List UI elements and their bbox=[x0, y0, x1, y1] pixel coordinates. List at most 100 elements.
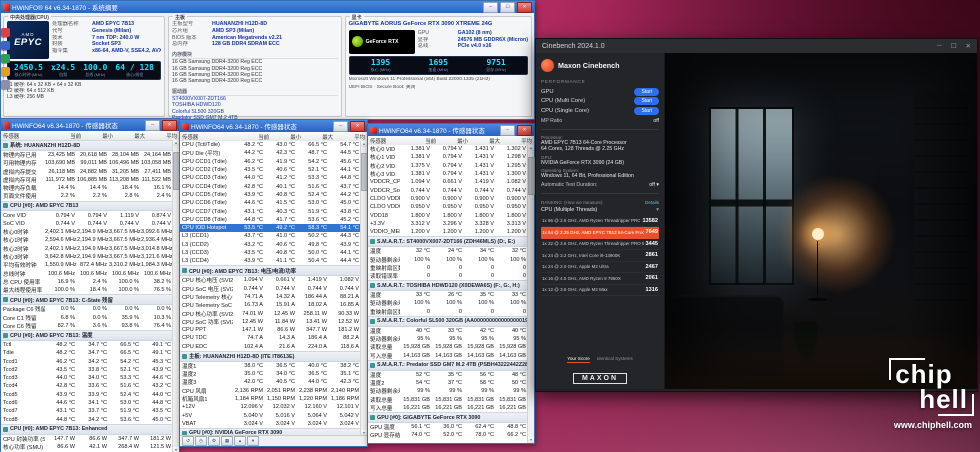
how-we-measure-link[interactable]: (How we measure) bbox=[564, 200, 603, 205]
titlebar[interactable]: Cinebench 2024.1.0 ─ ☐ ✕ bbox=[536, 39, 977, 53]
minimize-button[interactable]: ─ bbox=[333, 120, 348, 132]
scroll-thumb[interactable] bbox=[528, 157, 535, 195]
test-duration-row[interactable]: Automatic Test Duration: off ▾ bbox=[541, 182, 659, 188]
sensor-section-header[interactable]: S.M.A.R.T.: ST4000VX007-2DT166 (ZDH46MLS… bbox=[368, 236, 528, 248]
sensor-row[interactable]: 核心1 VID 1.381 V 0.794 V 1.431 V 1.298 V bbox=[368, 153, 528, 161]
sensor-row[interactable]: CPU 核心电压 (SVI2 TFN) 1.094 V 0.661 V 1.419 V… bbox=[180, 276, 361, 284]
ranking-row[interactable]: 1x 12 @ 3.5 GHz, Apple M2 Max 1316 bbox=[541, 285, 659, 297]
desktop-icon-1[interactable] bbox=[1, 28, 10, 37]
scrollbar[interactable]: ▲ ▼ bbox=[360, 141, 368, 436]
sensor-row[interactable]: Tccd2 43.5 °C 33.8 °C 52.1 °C 43.9 °C bbox=[1, 366, 173, 374]
sensor-row[interactable]: Tccd7 43.1 °C 33.7 °C 51.9 °C 43.5 °C bbox=[1, 407, 173, 415]
sensor-row[interactable]: Core VID 0.794 V 0.794 V 1.119 V 0.874 V bbox=[1, 211, 173, 219]
sensor-row[interactable]: Tccd3 44.0 °C 34.0 °C 53.3 °C 44.6 °C bbox=[1, 374, 173, 382]
sensor-row[interactable]: 机箱风扇1 1,184 RPM 1,150 RPM 1,220 RPM 1,186 RP… bbox=[180, 395, 361, 403]
column-header[interactable]: 最小 bbox=[438, 137, 470, 145]
sensor-row[interactable]: 总 CPU 使用率 16.9 % 2.4 % 100.0 % 38.2 % bbox=[1, 278, 173, 286]
column-header[interactable]: 平均 bbox=[147, 132, 179, 140]
sensor-row[interactable]: CPU (Tctl/Tdie) 48.2 °C 43.0 °C 66.5 °C 54.7… bbox=[180, 141, 361, 149]
desktop-icon-5[interactable] bbox=[1, 80, 10, 89]
column-header[interactable]: 传感器 bbox=[180, 133, 239, 141]
sensor-row[interactable]: VDDCR_SoC 0.744 V 0.744 V 0.744 V 0.744 V bbox=[368, 186, 528, 194]
sensor-row[interactable]: CPU Telemetry SoC 电流 16.73 A 15.91 A 18.02 … bbox=[180, 301, 361, 309]
sensor-row[interactable]: CPU SoC 功率 (SVI2 TFN) 12.45 W 11.84 W 13.41… bbox=[180, 318, 361, 326]
column-header[interactable]: 最大 bbox=[115, 132, 147, 140]
sensor-row[interactable]: 温度2 54 °C 37 °C 58 °C 50 °C bbox=[368, 379, 528, 387]
sensor-row[interactable]: 温度1 38.0 °C 36.5 °C 40.0 °C 38.2 °C bbox=[180, 362, 361, 370]
close-button[interactable]: ✕ bbox=[517, 1, 532, 13]
sensor-row[interactable]: 核心2 VID 1.375 V 0.794 V 1.431 V 1.295 V bbox=[368, 162, 528, 170]
sensor-section-header[interactable]: 系统: HUANANZHI H12D-8D bbox=[1, 140, 173, 151]
sensor-row[interactable]: VDD18 1.800 V 1.800 V 1.800 V 1.800 V bbox=[368, 211, 528, 219]
sensor-row[interactable]: SoC VID 0.744 V 0.744 V 0.744 V 0.744 V bbox=[1, 220, 173, 228]
sensor-row[interactable]: CPU CCD4 (Tdie) 42.8 °C 40.1 °C 51.6 °C 43.7… bbox=[180, 182, 361, 190]
sensor-row[interactable]: CPU CCD2 (Tdie) 43.5 °C 40.6 °C 52.1 °C 44.1… bbox=[180, 166, 361, 174]
sensor-row[interactable]: Tccd5 43.9 °C 33.9 °C 52.4 °C 44.0 °C bbox=[1, 391, 173, 399]
desktop-icon-4[interactable] bbox=[1, 67, 10, 76]
sensor-row[interactable]: +12V 12.096 V 12.032 V 12.160 V 12.101 V bbox=[180, 403, 361, 411]
sensor-section-header[interactable]: CPU [#0]: AMD EPYC 7B13: Enhanced bbox=[1, 423, 173, 435]
sensor-section-header[interactable]: CPU [#0]: AMD EPYC 7B13: 电压/电流/功率 bbox=[180, 265, 361, 277]
sensor-row[interactable]: CPU Die (平均) 44.2 °C 42.3 °C 48.7 °C 44.5 °C bbox=[180, 149, 361, 157]
sensor-row[interactable]: L3 (CCD1) 43.7 °C 41.0 °C 50.2 °C 44.3 °C bbox=[180, 232, 361, 240]
scrollbar[interactable]: ▲ ▼ bbox=[527, 145, 535, 443]
sensor-section-header[interactable]: CPU [#0]: AMD EPYC 7B13 bbox=[1, 200, 173, 212]
ranking-row[interactable]: 1x 24 @ 2.0 GHz, Apple M2 Ultra 2467 bbox=[541, 262, 659, 274]
sensor-section-header[interactable]: S.M.A.R.T.: Colorful SL500 320GB (AA0000… bbox=[368, 315, 528, 327]
sensor-row[interactable]: 驱动器剩余寿命 95 % 95 % 95 % 95 % bbox=[368, 335, 528, 343]
column-header[interactable]: 最大 bbox=[303, 133, 335, 141]
maximize-button[interactable]: ☐ bbox=[951, 42, 957, 50]
sensor-row[interactable]: 温度 33 °C 26 °C 35 °C 33 °C bbox=[368, 291, 528, 299]
sensor-row[interactable]: CLDO VDDP 0.900 V 0.900 V 0.900 V 0.900 V bbox=[368, 195, 528, 203]
scroll-down-arrow[interactable]: ▼ bbox=[528, 437, 534, 443]
minimize-button[interactable]: ─ bbox=[483, 1, 498, 13]
sensor-row[interactable]: CPU 核心功率 (SVI2 TFN) 74.01 W 12.45 W 258.11 … bbox=[180, 309, 361, 318]
sensor-row[interactable]: 页面文件使用 2.2 % 2.2 % 2.8 % 2.4 % bbox=[1, 192, 173, 200]
ranking-mode-dropdown[interactable]: CPU (Multiple Threads) ▾ bbox=[541, 207, 659, 213]
column-header[interactable]: 最大 bbox=[470, 137, 502, 145]
details-link[interactable]: Details bbox=[645, 200, 659, 205]
sensor-row[interactable]: CPU IOD Hotspot 53.5 °C 49.2 °C 58.3 °C 54.1… bbox=[180, 223, 361, 233]
sensor-row[interactable]: CPU CCD6 (Tdie) 44.6 °C 41.5 °C 53.0 °C 45.0… bbox=[180, 199, 361, 207]
sensor-row[interactable]: CPU CCD7 (Tdie) 43.1 °C 40.3 °C 51.9 °C 43.8… bbox=[180, 207, 361, 215]
sensor-row[interactable]: Tccd1 46.2 °C 34.2 °C 54.2 °C 45.3 °C bbox=[1, 357, 173, 365]
minimize-button[interactable]: ─ bbox=[145, 119, 160, 131]
sensor-row[interactable]: 核心2时钟 2,402.1 MHz 2,194.9 MHz 3,667.5 MHz 3,… bbox=[1, 245, 173, 253]
toolbar-icon[interactable]: ◷ bbox=[195, 436, 207, 446]
toolbar-icon[interactable]: ⚙ bbox=[208, 436, 220, 446]
sensor-row[interactable]: CPU TDC 74.7 A 14.3 A 186.4 A 88.2 A bbox=[180, 334, 361, 342]
start-button[interactable]: Start bbox=[634, 87, 659, 96]
scroll-down-arrow[interactable]: ▼ bbox=[173, 447, 179, 452]
score-tab[interactable]: Identical Systems bbox=[597, 356, 633, 363]
column-header[interactable]: 平均 bbox=[502, 137, 534, 145]
sensor-section-header[interactable]: S.M.A.R.T.: TOSHIBA HDWD120 (X0DEWA6S) (… bbox=[368, 280, 528, 292]
sensor-row[interactable]: CPU CCD3 (Tdie) 44.0 °C 41.2 °C 53.3 °C 44.8… bbox=[180, 174, 361, 182]
sensor-row[interactable]: 可用物理内存 103,690 MB 99,011 MB 106,496 MB 103,0… bbox=[1, 159, 173, 167]
close-button[interactable]: ✕ bbox=[966, 42, 971, 50]
sensor-row[interactable]: VDDIO_MEM 1.200 V 1.200 V 1.200 V 1.200 V bbox=[368, 228, 528, 236]
sensor-row[interactable]: CPU SoC 电压 (SVI2 TFN) 0.744 V 0.744 V 0.744… bbox=[180, 285, 361, 293]
close-button[interactable]: ✕ bbox=[162, 119, 177, 131]
sensor-row[interactable]: VDDCR_CPU 1.094 V 0.661 V 1.419 V 1.082 V bbox=[368, 178, 528, 186]
sensor-section-header[interactable]: CPU [#0]: AMD EPYC 7B13: C-State 残留 bbox=[1, 294, 173, 306]
sensor-row[interactable]: GPU 显存结温 74.0 °C 52.0 °C 78.0 °C 66.2 °C bbox=[368, 431, 528, 439]
ranking-row[interactable]: 1x 64 @ 2.25 GHz, AMD EPYC 7B13 64-Core … bbox=[541, 227, 659, 239]
sensor-row[interactable]: Tccd4 42.8 °C 33.6 °C 51.6 °C 43.2 °C bbox=[1, 382, 173, 390]
sensor-row[interactable]: GPU 温度 56.1 °C 36.0 °C 62.4 °C 48.8 °C bbox=[368, 423, 528, 431]
sensor-row[interactable]: 读取总量 15,831 GB 15,831 GB 15,831 GB 15,831 GB bbox=[368, 396, 528, 404]
titlebar[interactable]: HWiNFO64 v6.34-1870 - 传感器状态 ─ ✕ bbox=[368, 124, 534, 136]
sensor-row[interactable]: 核心1时钟 2,594.6 MHz 2,194.9 MHz 3,667.5 MHz 2,… bbox=[1, 236, 173, 244]
sensor-row[interactable]: 核心3时钟 3,642.8 MHz 2,194.9 MHz 3,667.5 MHz 3,… bbox=[1, 253, 173, 261]
minimize-button[interactable]: ─ bbox=[500, 124, 515, 136]
column-header[interactable]: 最小 bbox=[271, 133, 303, 141]
column-header[interactable]: 平均 bbox=[335, 133, 367, 141]
sensor-row[interactable]: L3 (CCD3) 43.5 °C 40.8 °C 50.0 °C 44.1 °C bbox=[180, 249, 361, 257]
sensor-row[interactable]: L3 (CCD2) 43.2 °C 40.6 °C 49.8 °C 43.9 °C bbox=[180, 241, 361, 249]
sensor-row[interactable]: CPU PPT 147.1 W 86.6 W 347.7 W 181.2 W bbox=[180, 326, 361, 334]
sensor-row[interactable]: 读取总量 15,928 GB 15,928 GB 15,928 GB 15,928 GB bbox=[368, 343, 528, 351]
sensor-row[interactable]: 温度2 35.0 °C 34.0 °C 36.5 °C 35.1 °C bbox=[180, 370, 361, 378]
ranking-row[interactable]: 1x 96 @ 2.5 GHz, AMD Ryzen Threadripper … bbox=[541, 216, 659, 228]
ranking-row[interactable]: 1x 16 @ 4.5 GHz, AMD Ryzen 9 7950X 2061 bbox=[541, 273, 659, 285]
sensor-section-header[interactable]: S.M.A.R.T.: Predator SSD GM7 M.2 4TB (PS… bbox=[368, 359, 528, 371]
sensor-row[interactable]: 温度 32 °C 24 °C 34 °C 32 °C bbox=[368, 247, 528, 255]
